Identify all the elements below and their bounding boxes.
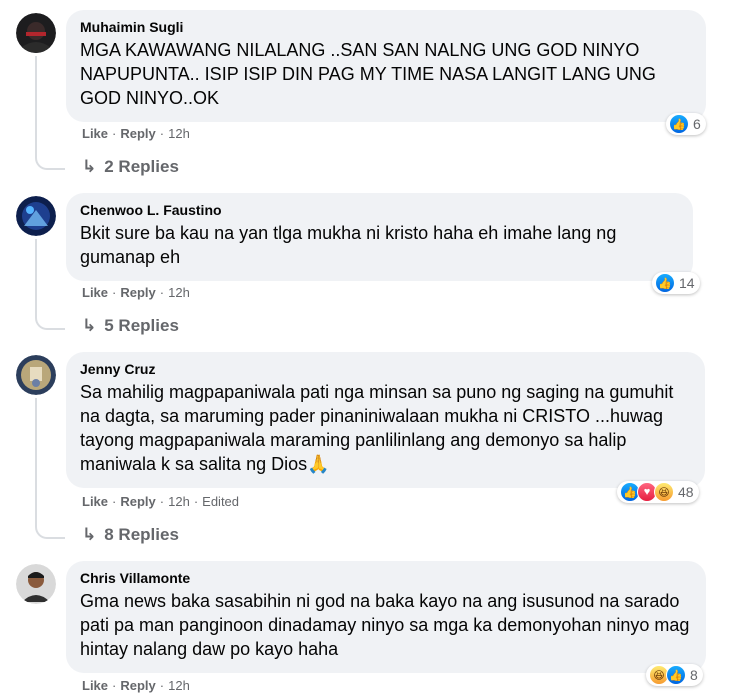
like-icon: 👍 (666, 665, 686, 685)
reaction-summary[interactable]: 😆 👍 8 (646, 664, 703, 686)
comment-timestamp[interactable]: 12h (168, 678, 190, 693)
comment-actions: Like · Reply · 12h (82, 126, 190, 141)
comment-actions: Like · Reply · 12h (82, 678, 190, 693)
thread-line (35, 398, 65, 539)
comment-actions: Like · Reply · 12h (82, 285, 190, 300)
replies-count: 5 Replies (104, 316, 179, 335)
view-replies-link[interactable]: ↳ 5 Replies (82, 316, 179, 336)
reply-arrow-icon: ↳ (82, 316, 97, 335)
comment-bubble: Jenny Cruz Sa mahilig magpapaniwala pati… (66, 352, 705, 488)
avatar[interactable] (16, 196, 56, 236)
reaction-summary[interactable]: 👍 ♥ 😆 48 (617, 481, 699, 503)
comment-text: Gma news baka sasabihin ni god na baka k… (80, 591, 690, 659)
haha-icon: 😆 (654, 482, 674, 502)
like-icon: 👍 (655, 273, 675, 293)
view-replies-link[interactable]: ↳ 8 Replies (82, 525, 179, 545)
edited-label[interactable]: Edited (202, 494, 239, 509)
comment-bubble: Muhaimin Sugli MGA KAWAWANG NILALANG ..S… (66, 10, 706, 122)
replies-count: 8 Replies (104, 525, 179, 544)
comment-text: Bkit sure ba kau na yan tlga mukha ni kr… (80, 223, 617, 267)
replies-count: 2 Replies (104, 157, 179, 176)
reaction-count: 48 (678, 484, 694, 500)
comment-timestamp[interactable]: 12h (168, 126, 190, 141)
reaction-summary[interactable]: 👍 14 (652, 272, 700, 294)
comment-author[interactable]: Chris Villamonte (80, 569, 694, 587)
avatar[interactable] (16, 355, 56, 395)
comment-author[interactable]: Jenny Cruz (80, 360, 693, 378)
reply-button[interactable]: Reply (120, 285, 155, 300)
reply-arrow-icon: ↳ (82, 525, 97, 544)
comment-timestamp[interactable]: 12h (168, 494, 190, 509)
avatar[interactable] (16, 13, 56, 53)
reply-button[interactable]: Reply (120, 494, 155, 509)
comment-timestamp[interactable]: 12h (168, 285, 190, 300)
comment-author[interactable]: Chenwoo L. Faustino (80, 201, 681, 219)
reply-button[interactable]: Reply (120, 678, 155, 693)
thread-line (35, 239, 65, 330)
view-replies-link[interactable]: ↳ 2 Replies (82, 157, 179, 177)
comment-actions: Like · Reply · 12h · Edited (82, 494, 240, 509)
reaction-summary[interactable]: 👍 6 (666, 113, 706, 135)
comment-author[interactable]: Muhaimin Sugli (80, 18, 694, 36)
reaction-count: 14 (679, 275, 695, 291)
avatar[interactable] (16, 564, 56, 604)
comment-bubble: Chenwoo L. Faustino Bkit sure ba kau na … (66, 193, 693, 281)
comment-text: MGA KAWAWANG NILALANG ..SAN SAN NALNG UN… (80, 40, 656, 108)
like-icon: 👍 (669, 114, 689, 134)
comment-bubble: Chris Villamonte Gma news baka sasabihin… (66, 561, 706, 673)
like-button[interactable]: Like (82, 285, 108, 300)
like-button[interactable]: Like (82, 494, 108, 509)
reply-button[interactable]: Reply (120, 126, 155, 141)
like-button[interactable]: Like (82, 678, 108, 693)
comment-text: Sa mahilig magpapaniwala pati nga minsan… (80, 382, 674, 474)
reaction-count: 8 (690, 667, 698, 683)
like-button[interactable]: Like (82, 126, 108, 141)
reply-arrow-icon: ↳ (82, 157, 97, 176)
reaction-count: 6 (693, 116, 701, 132)
thread-line (35, 56, 65, 170)
